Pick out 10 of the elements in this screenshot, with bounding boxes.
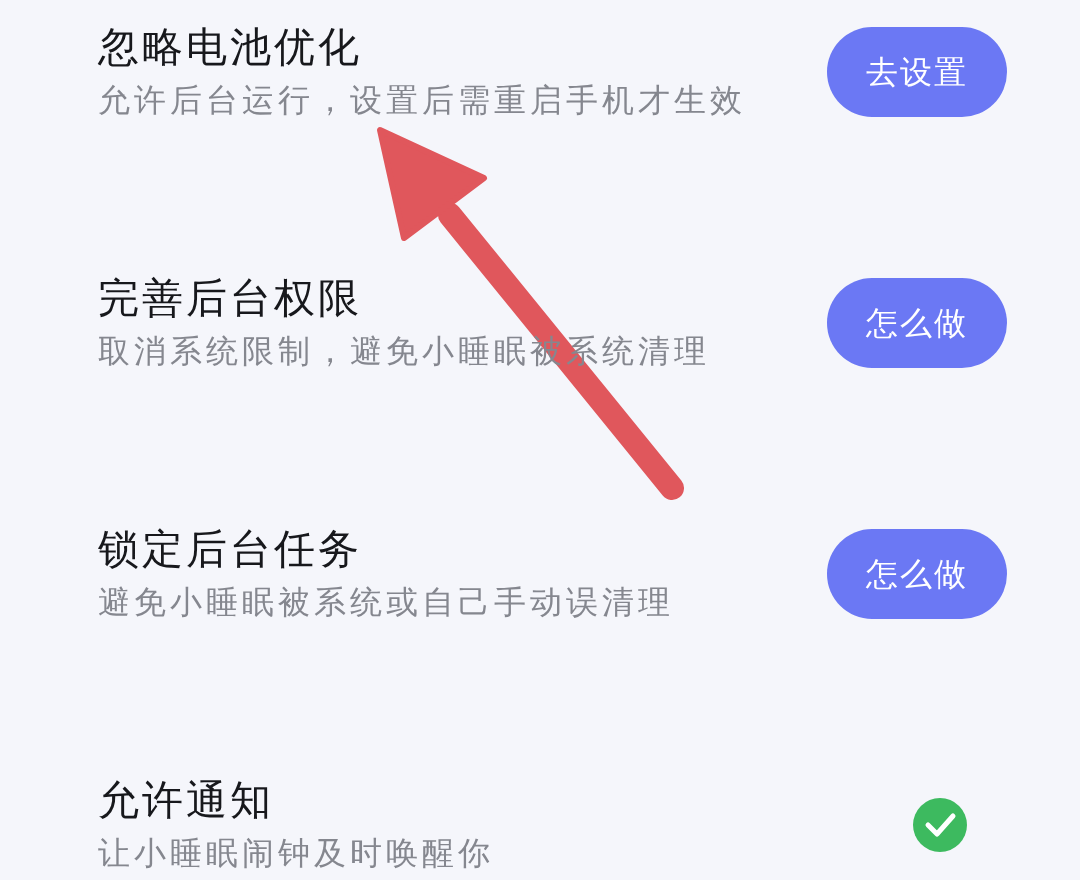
setting-description: 允许后台运行，设置后需重启手机才生效 bbox=[98, 80, 746, 121]
setting-title: 允许通知 bbox=[98, 775, 275, 825]
action-button[interactable]: 去设置 bbox=[827, 27, 1007, 117]
setting-title: 锁定后台任务 bbox=[98, 524, 363, 574]
setting-description: 避免小睡眠被系统或自己手动误清理 bbox=[98, 582, 674, 623]
action-button[interactable]: 怎么做 bbox=[827, 529, 1007, 619]
setting-title: 完善后台权限 bbox=[98, 273, 363, 323]
setting-description: 让小睡眠闹钟及时唤醒你 bbox=[98, 833, 494, 874]
setting-title: 忽略电池优化 bbox=[98, 22, 363, 72]
action-button[interactable]: 怎么做 bbox=[827, 278, 1007, 368]
